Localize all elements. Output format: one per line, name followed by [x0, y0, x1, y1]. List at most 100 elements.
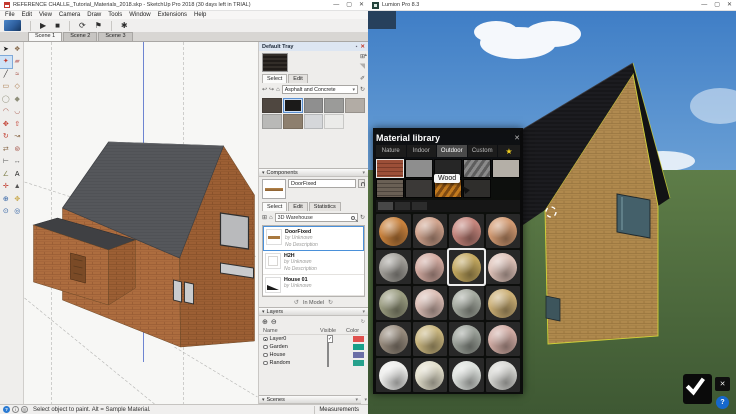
library-tab-custom[interactable]: Custom: [467, 145, 497, 157]
in-model-icon[interactable]: ⌂: [276, 87, 280, 93]
material-sphere[interactable]: [412, 250, 447, 284]
components-tab-statistics[interactable]: Statistics: [308, 202, 341, 211]
tool-offset[interactable]: ⊚: [12, 143, 24, 156]
layer-radio[interactable]: [263, 352, 268, 358]
tool-scale[interactable]: ⇄: [0, 143, 12, 156]
layer-row[interactable]: House: [259, 351, 368, 359]
tool-zoom-extents[interactable]: ◎: [12, 206, 24, 219]
details-arrow-icon[interactable]: ↻: [360, 214, 365, 221]
component-list-item[interactable]: House 01 by Unknown: [263, 275, 364, 296]
forward-icon[interactable]: ↻: [328, 299, 333, 306]
material-sphere[interactable]: [485, 214, 520, 248]
tool-circle[interactable]: ◯: [0, 93, 12, 106]
tool-select[interactable]: ➤: [0, 43, 12, 56]
layer-row[interactable]: Random: [259, 359, 368, 367]
tool-arc[interactable]: ◠: [0, 106, 12, 119]
material-swatch[interactable]: [303, 114, 324, 129]
tray-pin-icon[interactable]: ▪: [356, 44, 358, 50]
tool-push-pull[interactable]: ⇧: [12, 118, 24, 131]
credits-icon[interactable]: ◎: [21, 406, 28, 413]
material-swatch[interactable]: [282, 114, 303, 129]
tool-zoom[interactable]: ⊙: [0, 206, 12, 219]
scene-tab-3[interactable]: Scene 3: [98, 31, 133, 41]
livesync-settings-button[interactable]: ✱: [121, 21, 128, 30]
remove-layer-button[interactable]: ⊖: [271, 318, 277, 326]
view-options-icon[interactable]: ⊞: [262, 214, 267, 221]
layer-radio[interactable]: [263, 360, 268, 366]
tray-header[interactable]: Default Tray ▪ ✕: [259, 42, 368, 51]
component-name-field[interactable]: DoorFixed: [288, 179, 356, 188]
scene-tab-2[interactable]: Scene 2: [63, 31, 98, 41]
tool-rotate[interactable]: ↻: [0, 131, 12, 144]
material-sphere[interactable]: [412, 214, 447, 248]
help-button[interactable]: ?: [716, 396, 729, 409]
lock-icon[interactable]: [358, 179, 365, 188]
tool-protractor[interactable]: ∠: [0, 168, 12, 181]
layer-row[interactable]: Garden: [259, 343, 368, 351]
panel-options-icon[interactable]: ▾: [362, 170, 365, 176]
material-swatch[interactable]: [282, 98, 303, 113]
materials-tab-edit[interactable]: Edit: [288, 74, 308, 83]
category-brick[interactable]: [376, 159, 404, 178]
help-icon[interactable]: ?: [3, 406, 10, 413]
page-tab-2[interactable]: [395, 202, 410, 210]
page-tab-1[interactable]: [378, 202, 393, 210]
stop-button[interactable]: ■: [55, 21, 60, 30]
tool-two-point-arc[interactable]: ◡: [12, 106, 24, 119]
close-icon[interactable]: ✕: [514, 134, 520, 142]
back-icon[interactable]: ↺: [294, 299, 299, 306]
tool-follow-me[interactable]: ↝: [12, 131, 24, 144]
menu-tools[interactable]: Tools: [108, 12, 122, 18]
material-preview-swatch[interactable]: [262, 53, 288, 72]
tool-orbit[interactable]: ⊕: [0, 193, 12, 206]
material-sphere[interactable]: [376, 250, 411, 284]
component-list-item[interactable]: DoorFixed by Unknown No Description: [263, 226, 364, 251]
tool-line[interactable]: ╱: [0, 68, 12, 81]
material-sphere[interactable]: [449, 250, 484, 284]
material-swatch[interactable]: [345, 98, 365, 113]
material-collection-dropdown[interactable]: Asphalt and Concrete ▾: [281, 85, 358, 94]
material-sphere[interactable]: [449, 286, 484, 320]
material-swatch[interactable]: [262, 114, 282, 129]
details-arrow-icon[interactable]: ↻: [360, 86, 365, 93]
material-sphere[interactable]: [449, 358, 484, 392]
page-tab-3[interactable]: [412, 202, 427, 210]
menu-file[interactable]: File: [5, 12, 15, 18]
material-sphere[interactable]: [485, 286, 520, 320]
panel-options-icon[interactable]: ▾: [355, 397, 358, 403]
tool-axes[interactable]: ✛: [0, 181, 12, 194]
material-sphere[interactable]: [449, 214, 484, 248]
material-sphere[interactable]: [485, 322, 520, 356]
components-tab-edit[interactable]: Edit: [288, 202, 308, 211]
layer-color-chip[interactable]: [353, 352, 364, 358]
layer-radio[interactable]: [263, 344, 268, 350]
component-list-item[interactable]: H2H by Unknown No Description: [263, 251, 364, 275]
material-sphere[interactable]: [376, 358, 411, 392]
layer-color-chip[interactable]: [353, 360, 364, 366]
menu-window[interactable]: Window: [129, 12, 150, 18]
layer-row[interactable]: Layer0 ✓: [259, 335, 368, 343]
layer-radio[interactable]: [263, 336, 268, 342]
layer-color-chip[interactable]: [353, 344, 364, 350]
sync-camera-button[interactable]: ⚑: [95, 21, 102, 30]
panel-options-icon[interactable]: ▾: [362, 309, 365, 315]
tool-rotated-rectangle[interactable]: ◇: [12, 81, 24, 94]
tray-close-icon[interactable]: ✕: [360, 44, 365, 50]
scenes-panel-header[interactable]: Scenes ▾: [259, 395, 361, 404]
tool-polygon[interactable]: ◆: [12, 93, 24, 106]
layers-panel-header[interactable]: Layers ▾: [259, 307, 368, 316]
tool-eraser[interactable]: ▰: [12, 56, 24, 69]
tool-dimension[interactable]: ↔: [12, 156, 24, 169]
layer-visible-checkbox[interactable]: [327, 359, 329, 367]
library-tab-indoor[interactable]: Indoor: [406, 145, 436, 157]
materials-tab-select[interactable]: Select: [262, 74, 288, 83]
tool-tape-measure[interactable]: ⊢: [0, 156, 12, 169]
material-sphere[interactable]: [376, 214, 411, 248]
minimize-button[interactable]: —: [701, 2, 707, 8]
material-sphere[interactable]: [449, 322, 484, 356]
material-sphere[interactable]: [412, 358, 447, 392]
add-layer-button[interactable]: ⊕: [262, 318, 268, 326]
forward-arrow-icon[interactable]: ↪: [269, 86, 274, 93]
layer-visible-checkbox[interactable]: [327, 343, 329, 351]
library-tab-nature[interactable]: Nature: [376, 145, 406, 157]
